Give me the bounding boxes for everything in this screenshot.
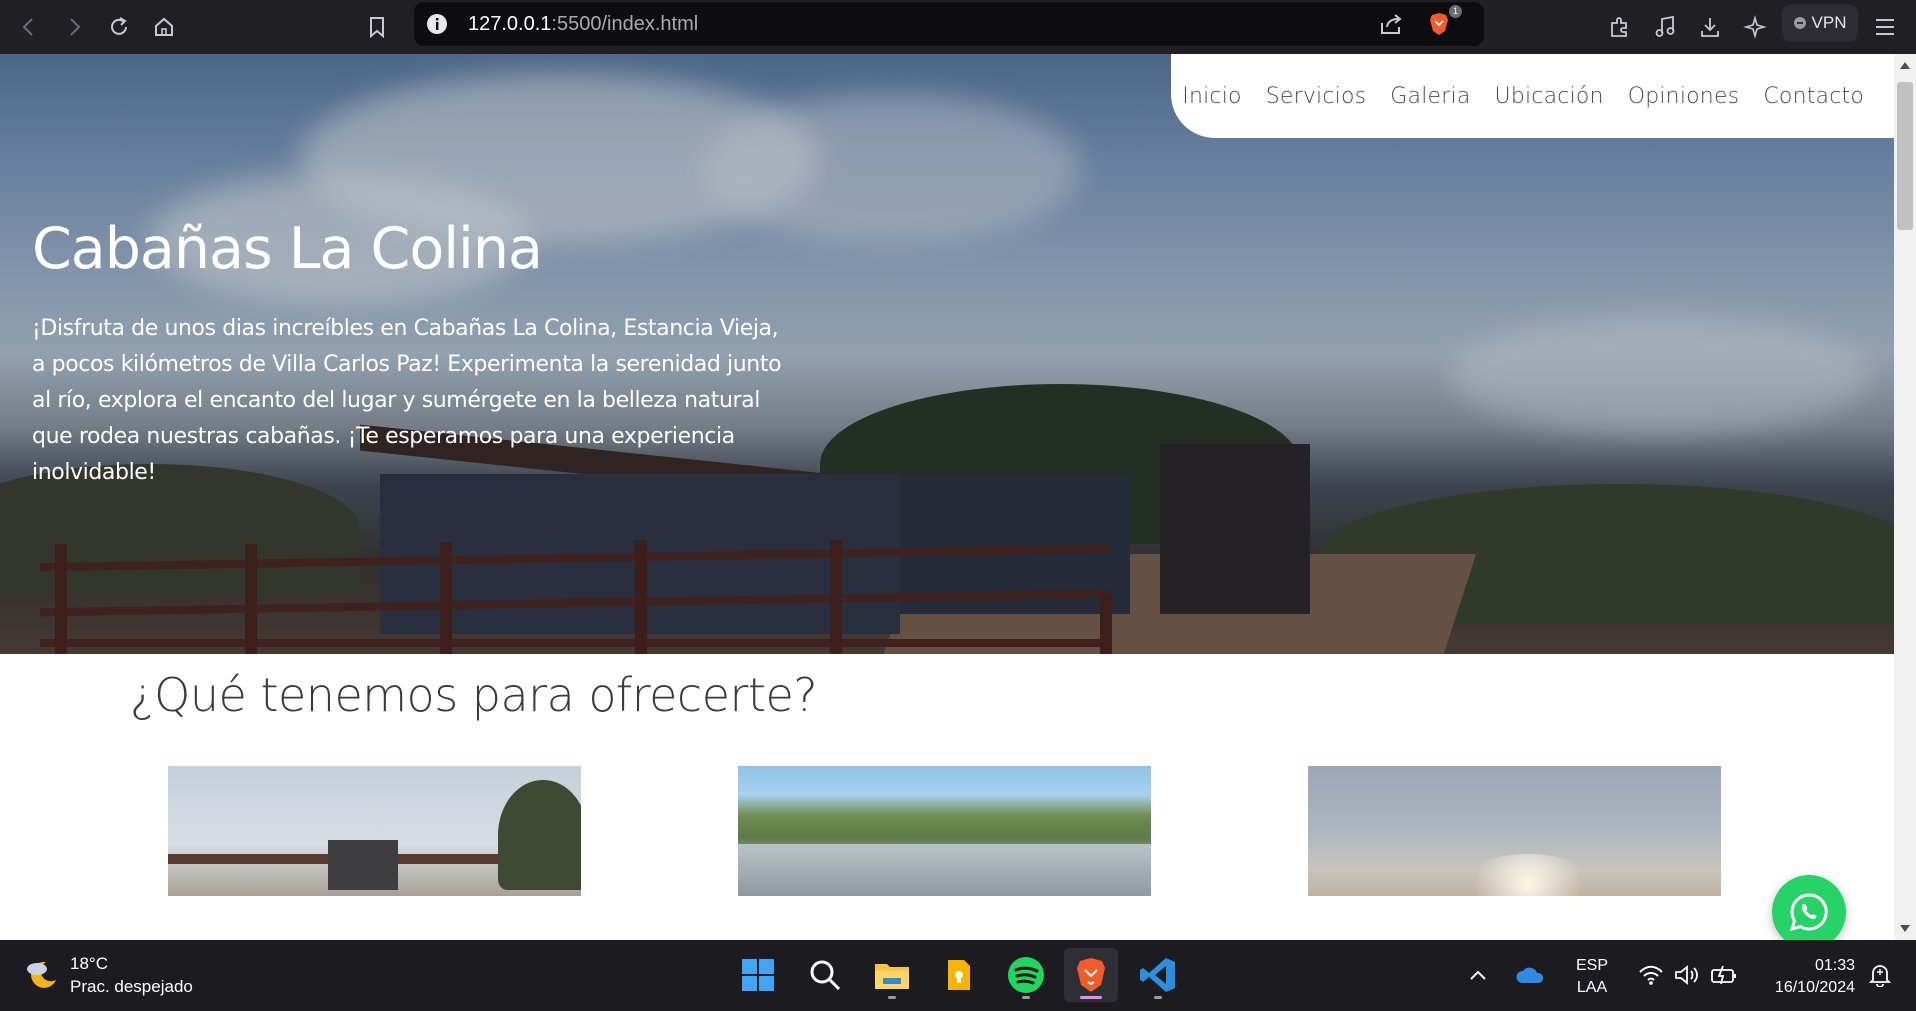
clock-time: 01:33 [1814, 957, 1855, 974]
wifi-icon [1639, 965, 1663, 985]
app-running-indicator [888, 996, 896, 999]
spotify-icon [1008, 957, 1044, 993]
reload-icon[interactable] [102, 10, 136, 44]
whatsapp-icon [1789, 893, 1828, 932]
nav-link-ubicacion[interactable]: Ubicación [1495, 84, 1604, 109]
windows-logo-icon [742, 959, 774, 991]
service-card-image[interactable] [168, 766, 581, 896]
vscode-icon [1140, 958, 1175, 992]
scroll-down-icon[interactable] [1900, 925, 1910, 932]
whatsapp-button[interactable] [1772, 875, 1846, 940]
clock-date: 16/10/2024 [1774, 979, 1855, 996]
battery-tray[interactable] [1706, 948, 1742, 1002]
card-sunset-glow [1458, 854, 1598, 896]
wifi-tray[interactable] [1634, 948, 1668, 1002]
leo-ai-icon[interactable] [1738, 10, 1772, 44]
url-host: 127.0.0.1 [468, 13, 552, 35]
card-river-rocks [738, 844, 1151, 896]
scrollbar-thumb[interactable] [1897, 82, 1913, 230]
volume-tray[interactable] [1670, 948, 1704, 1002]
home-icon[interactable] [147, 10, 181, 44]
tray-overflow-button[interactable] [1460, 948, 1496, 1002]
app-running-indicator [1022, 996, 1030, 999]
windows-taskbar: 18°C Prac. despejado ESP LAA 01:33 16/10… [0, 940, 1916, 1011]
hero-description: ¡Disfruta de unos dias increíbles en Cab… [32, 316, 782, 485]
card-shelter [328, 840, 398, 890]
hero-section: Inicio Servicios Galeria Ubicación Opini… [0, 54, 1894, 654]
taskbar-search-button[interactable] [798, 948, 852, 1002]
vpn-status-icon [1793, 17, 1806, 29]
weather-widget[interactable]: 18°C Prac. despejado [22, 952, 193, 998]
share-icon[interactable] [1374, 7, 1408, 41]
taskbar-file-explorer[interactable] [865, 948, 919, 1002]
card-tree [498, 780, 581, 890]
taskbar-spotify[interactable] [999, 948, 1053, 1002]
nav-link-galeria[interactable]: Galeria [1390, 84, 1470, 109]
forward-icon[interactable] [57, 10, 91, 44]
weather-description: Prac. despejado [70, 977, 193, 996]
media-icon[interactable] [1648, 10, 1682, 44]
taskbar-vscode[interactable] [1131, 948, 1185, 1002]
page-scrollbar[interactable] [1894, 54, 1916, 940]
url-path: :5500/index.html [551, 13, 699, 35]
nav-link-servicios[interactable]: Servicios [1266, 84, 1367, 109]
keyboard-layout: LAA [1576, 979, 1608, 996]
search-icon [810, 960, 841, 991]
vpn-button[interactable]: VPN [1782, 4, 1858, 42]
hero-title: Cabañas La Colina [32, 216, 543, 282]
notifications-button[interactable] [1862, 948, 1898, 1002]
input-language-indicator[interactable]: ESP LAA [1576, 955, 1608, 999]
menu-icon[interactable] [1868, 10, 1902, 44]
taskbar-clock[interactable]: 01:33 16/10/2024 [1755, 955, 1855, 999]
vpn-label: VPN [1811, 13, 1847, 32]
nav-link-contacto[interactable]: Contacto [1763, 84, 1864, 109]
speaker-icon [1675, 965, 1698, 985]
page-viewport: Inicio Servicios Galeria Ubicación Opini… [0, 54, 1894, 940]
nav-link-inicio[interactable]: Inicio [1182, 84, 1241, 109]
shields-count-badge: 1 [1448, 5, 1462, 18]
services-heading: ¿Qué tenemos para ofrecerte? [130, 668, 818, 722]
service-card-image[interactable] [1308, 766, 1721, 896]
address-bar[interactable]: 127.0.0.1:5500/index.html 1 [414, 2, 1484, 46]
app-running-indicator [1154, 996, 1162, 999]
onedrive-tray[interactable] [1510, 948, 1550, 1002]
weather-temperature: 18°C [70, 954, 108, 973]
brave-icon [1077, 958, 1105, 992]
scroll-up-icon[interactable] [1900, 62, 1910, 69]
language-code: ESP [1576, 957, 1609, 974]
service-card-image[interactable] [738, 766, 1151, 896]
moon-cloud-icon [27, 961, 56, 988]
bookmark-icon[interactable] [360, 10, 394, 44]
site-info-icon[interactable] [424, 11, 450, 37]
taskbar-brave-browser[interactable] [1064, 948, 1118, 1002]
onedrive-cloud-icon [1516, 967, 1544, 983]
chevron-up-icon [1470, 970, 1486, 980]
app-active-indicator [1080, 996, 1102, 999]
extensions-icon[interactable] [1603, 10, 1637, 44]
taskbar-keep-notes[interactable] [932, 948, 986, 1002]
browser-toolbar: 127.0.0.1:5500/index.html 1 VPN [0, 0, 1916, 54]
start-button[interactable] [731, 948, 785, 1002]
folder-icon [875, 964, 909, 989]
main-nav: Inicio Servicios Galeria Ubicación Opini… [1171, 54, 1894, 138]
back-icon[interactable] [12, 10, 46, 44]
brave-shields-icon[interactable]: 1 [1422, 5, 1462, 41]
downloads-icon[interactable] [1693, 10, 1727, 44]
battery-charging-icon [1711, 965, 1736, 985]
notes-icon [948, 960, 970, 990]
nav-link-opiniones[interactable]: Opiniones [1628, 84, 1740, 109]
url-text[interactable]: 127.0.0.1:5500/index.html [468, 13, 698, 36]
bell-icon [1869, 965, 1891, 987]
